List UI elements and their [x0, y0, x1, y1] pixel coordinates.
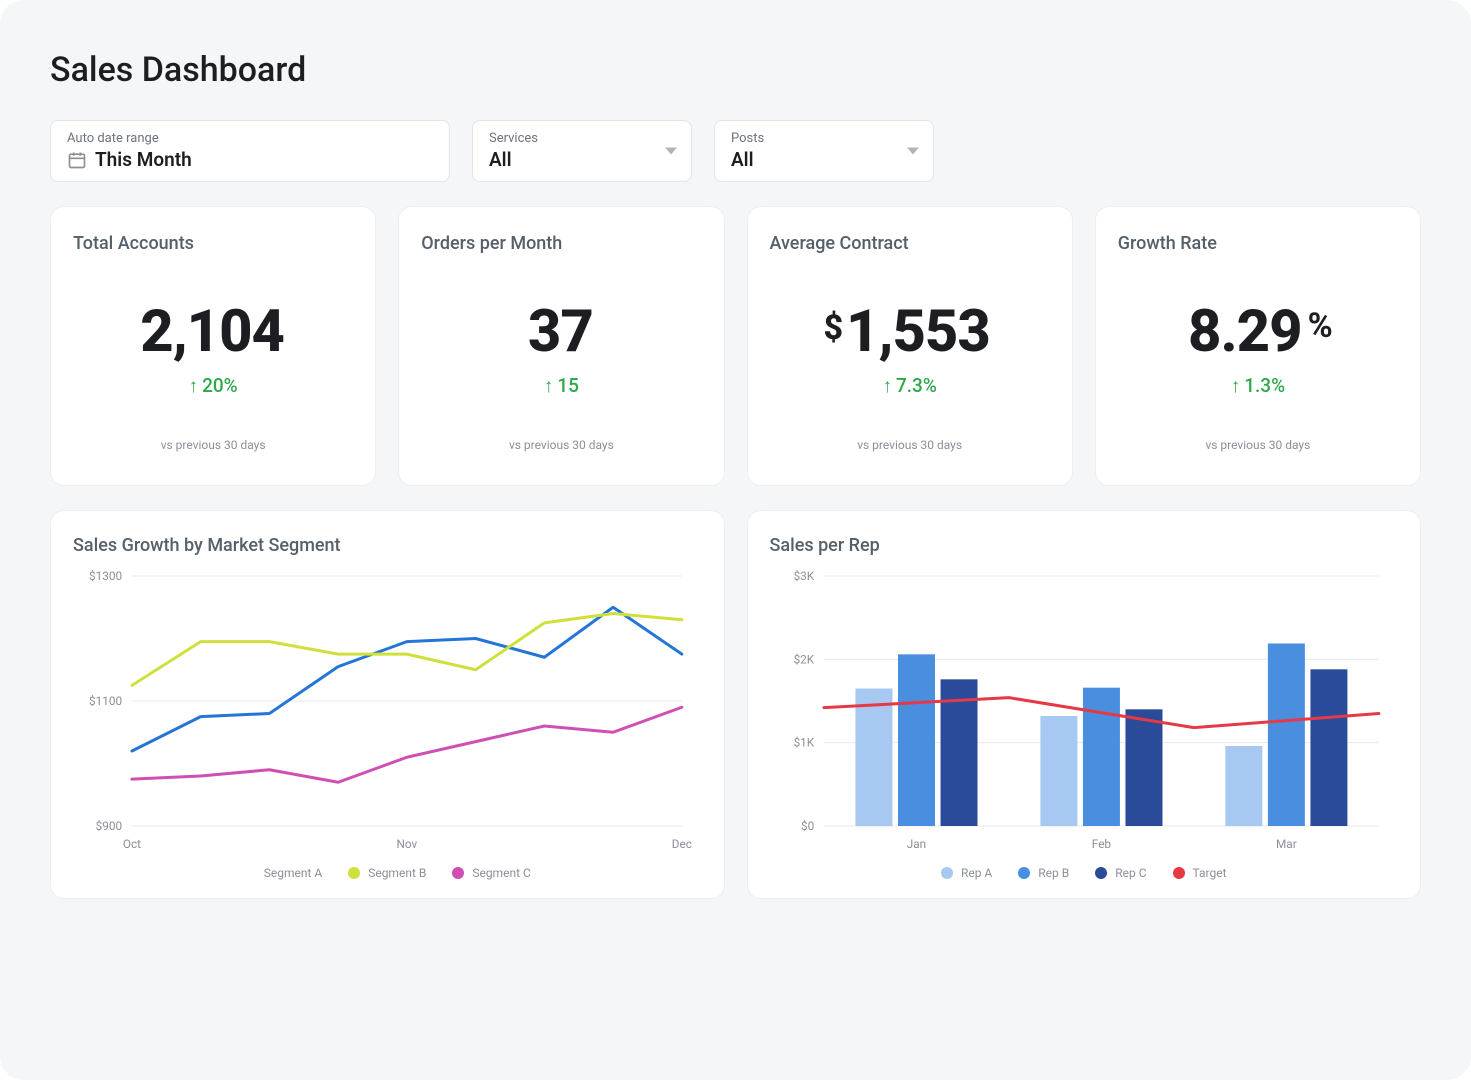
- arrow-up-icon: ↑: [882, 374, 892, 398]
- line-chart-area: $1300 $1100 $900Oct Nov Dec: [73, 566, 702, 856]
- posts-value: All: [731, 148, 917, 171]
- legend-item-rep-a: Rep A: [941, 866, 992, 880]
- svg-text:$0: $0: [800, 819, 813, 833]
- legend-dot: [244, 867, 256, 879]
- date-range-value: This Month: [95, 148, 192, 171]
- dashboard-root: Sales Dashboard Auto date range This Mon…: [0, 0, 1471, 1080]
- chevron-down-icon: [907, 148, 919, 155]
- services-value: All: [489, 148, 675, 171]
- line-chart-card: Sales Growth by Market Segment $1300 $110…: [50, 510, 725, 899]
- bar-chart-legend: Rep A Rep B Rep C Target: [770, 866, 1399, 880]
- legend-item-segment-b: Segment B: [348, 866, 426, 880]
- card-delta: ↑1.3%: [1118, 374, 1398, 398]
- card-title: Growth Rate: [1118, 233, 1398, 254]
- svg-text:$1300: $1300: [89, 569, 122, 583]
- bar-chart-title: Sales per Rep: [770, 535, 1399, 556]
- card-compare: vs previous 30 days: [421, 438, 701, 452]
- card-total-accounts: Total Accounts 2,104 ↑20% vs previous 30…: [50, 206, 376, 486]
- calendar-icon: [67, 150, 87, 170]
- svg-text:Dec: Dec: [672, 837, 692, 851]
- legend-dot: [1095, 867, 1107, 879]
- card-compare: vs previous 30 days: [1118, 438, 1398, 452]
- card-value: $ 1,553: [770, 298, 1050, 366]
- bar-chart-area: $3K $2K $1K $0 Jan Feb Mar: [770, 566, 1399, 856]
- card-compare: vs previous 30 days: [770, 438, 1050, 452]
- chevron-down-icon: [665, 148, 677, 155]
- card-title: Total Accounts: [73, 233, 353, 254]
- page-title: Sales Dashboard: [50, 50, 1421, 90]
- date-range-value-wrap: This Month: [67, 148, 433, 171]
- card-delta: ↑7.3%: [770, 374, 1050, 398]
- charts-row: Sales Growth by Market Segment $1300 $110…: [50, 510, 1421, 899]
- card-number: 8.29: [1188, 298, 1302, 366]
- date-range-filter[interactable]: Auto date range This Month: [50, 120, 450, 182]
- legend-item-target: Target: [1173, 866, 1227, 880]
- posts-filter[interactable]: Posts All: [714, 120, 934, 182]
- legend-dot: [1018, 867, 1030, 879]
- card-value: 2,104: [73, 298, 353, 366]
- arrow-up-icon: ↑: [189, 374, 199, 398]
- card-compare: vs previous 30 days: [73, 438, 353, 452]
- svg-text:Jan: Jan: [906, 837, 925, 851]
- card-title: Average Contract: [770, 233, 1050, 254]
- card-delta: ↑15: [421, 374, 701, 398]
- card-prefix: $: [823, 308, 842, 348]
- line-chart-legend: Segment A Segment B Segment C: [73, 866, 702, 880]
- card-orders-per-month: Orders per Month 37 ↑15 vs previous 30 d…: [398, 206, 724, 486]
- filters-row: Auto date range This Month Services All …: [50, 120, 1421, 182]
- card-average-contract: Average Contract $ 1,553 ↑7.3% vs previo…: [747, 206, 1073, 486]
- card-title: Orders per Month: [421, 233, 701, 254]
- legend-item-rep-c: Rep C: [1095, 866, 1146, 880]
- card-value: 8.29 %: [1118, 298, 1398, 366]
- card-delta: ↑20%: [73, 374, 353, 398]
- card-value: 37: [421, 298, 701, 366]
- svg-text:$3K: $3K: [793, 569, 814, 583]
- svg-text:$900: $900: [96, 819, 122, 833]
- legend-dot: [941, 867, 953, 879]
- line-chart-title: Sales Growth by Market Segment: [73, 535, 702, 556]
- svg-text:Oct: Oct: [123, 837, 141, 851]
- card-growth-rate: Growth Rate 8.29 % ↑1.3% vs previous 30 …: [1095, 206, 1421, 486]
- svg-text:$1K: $1K: [793, 736, 814, 750]
- card-suffix: %: [1308, 306, 1332, 346]
- services-label: Services: [489, 131, 675, 146]
- svg-text:$1100: $1100: [89, 694, 122, 708]
- cards-row: Total Accounts 2,104 ↑20% vs previous 30…: [50, 206, 1421, 486]
- arrow-up-icon: ↑: [1231, 374, 1241, 398]
- services-filter[interactable]: Services All: [472, 120, 692, 182]
- legend-dot: [1173, 867, 1185, 879]
- card-number: 37: [528, 298, 593, 366]
- svg-text:$2K: $2K: [793, 652, 814, 666]
- bar-chart-svg: $3K $2K $1K $0 Jan Feb Mar: [770, 566, 1399, 856]
- line-chart-svg: $1300 $1100 $900Oct Nov Dec: [73, 566, 702, 856]
- bar-chart-card: Sales per Rep $3K $2K $1K $0 Jan Feb Mar Rep A…: [747, 510, 1422, 899]
- svg-text:Mar: Mar: [1276, 837, 1297, 851]
- legend-dot: [348, 867, 360, 879]
- posts-label: Posts: [731, 131, 917, 146]
- svg-text:Feb: Feb: [1091, 837, 1111, 851]
- legend-item-segment-c: Segment C: [452, 866, 530, 880]
- legend-item-segment-a: Segment A: [244, 866, 322, 880]
- legend-item-rep-b: Rep B: [1018, 866, 1069, 880]
- card-number: 2,104: [140, 298, 284, 366]
- arrow-up-icon: ↑: [544, 374, 554, 398]
- card-number: 1,553: [846, 298, 990, 366]
- date-range-label: Auto date range: [67, 131, 433, 146]
- legend-dot: [452, 867, 464, 879]
- svg-text:Nov: Nov: [397, 837, 418, 851]
